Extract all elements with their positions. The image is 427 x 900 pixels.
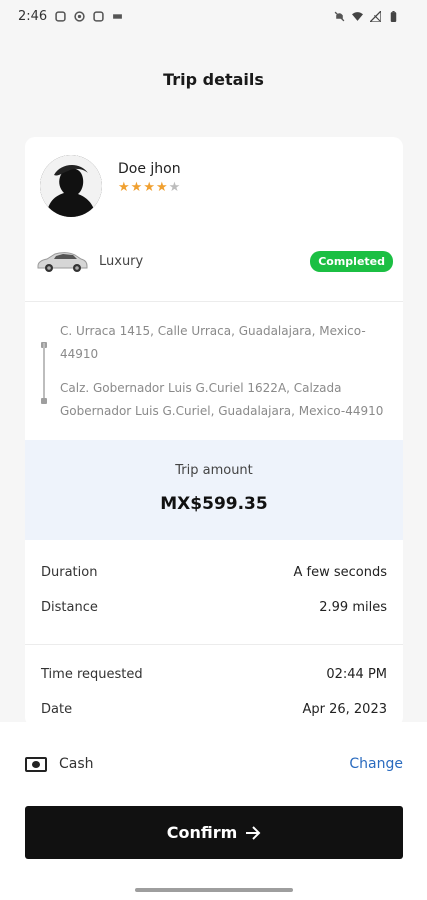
driver-section: Doe jhon ★★★★★ [40, 155, 181, 217]
cash-icon [25, 756, 47, 772]
star-filled-icon: ★ [155, 180, 169, 195]
confirm-label: Confirm [166, 823, 238, 842]
payment-method: Cash [59, 756, 94, 772]
star-empty-icon: ★ [168, 180, 182, 195]
driver-info: Doe jhon ★★★★★ [118, 161, 181, 195]
arrow-right-icon [246, 825, 261, 840]
detail-label: Time requested [41, 667, 143, 682]
notification-icon [55, 10, 66, 22]
battery-icon [390, 10, 397, 22]
trip-amount-value: MX$599.35 [160, 494, 268, 514]
notification-icon [113, 13, 123, 19]
trip-amount-section: Trip amount MX$599.35 [25, 440, 403, 540]
detail-label: Distance [41, 600, 98, 615]
mute-icon [334, 11, 345, 21]
dropoff-marker-icon [41, 398, 47, 404]
detail-value: A few seconds [293, 565, 387, 580]
dropoff-address: Calz. Gobernador Luis G.Curiel 1622A, Ca… [60, 381, 384, 418]
page-title: Trip details [163, 70, 264, 89]
pickup-address: C. Urraca 1415, Calle Urraca, Guadalajar… [60, 324, 366, 361]
driver-rating: ★★★★★ [118, 180, 181, 195]
star-filled-icon: ★ [118, 180, 131, 195]
status-badge: Completed [310, 250, 393, 272]
vehicle-type: Luxury [99, 253, 144, 269]
status-right [334, 10, 399, 22]
route-line [43, 343, 45, 401]
home-indicator[interactable] [135, 888, 293, 892]
status-bar: 2:46 [0, 0, 427, 32]
detail-value: 2.99 miles [319, 600, 387, 615]
status-time: 2:46 [18, 8, 48, 24]
detail-value: 02:44 PM [326, 667, 387, 682]
car-icon [37, 252, 88, 272]
wifi-icon [352, 11, 363, 21]
notification-icon [74, 10, 85, 22]
detail-row-time: Time requested 02:44 PM [41, 667, 387, 682]
driver-avatar [40, 155, 102, 217]
detail-label: Date [41, 702, 73, 717]
detail-value: Apr 26, 2023 [302, 702, 387, 717]
detail-row-duration: Duration A few seconds [41, 565, 387, 580]
status-left: 2:46 [18, 9, 123, 24]
star-filled-icon: ★ [143, 180, 156, 195]
detail-label: Duration [41, 565, 98, 580]
divider [25, 644, 403, 645]
change-payment-link[interactable]: Change [349, 756, 403, 772]
detail-row-date: Date Apr 26, 2023 [41, 702, 387, 717]
payment-row: Cash Change [25, 756, 403, 772]
vehicle-row: Luxury Completed [35, 247, 393, 275]
trip-card: Doe jhon ★★★★★ Luxury Completed C. Urrac… [25, 137, 403, 727]
confirm-button[interactable]: Confirm [25, 806, 403, 859]
detail-row-distance: Distance 2.99 miles [41, 600, 387, 615]
trip-amount-label: Trip amount [175, 463, 253, 478]
star-filled-icon: ★ [130, 180, 144, 195]
driver-name: Doe jhon [118, 161, 181, 177]
signal-icon [370, 10, 381, 22]
divider [25, 301, 403, 302]
bottom-sheet: Cash Change Confirm [0, 722, 427, 900]
notification-icon [93, 10, 104, 22]
